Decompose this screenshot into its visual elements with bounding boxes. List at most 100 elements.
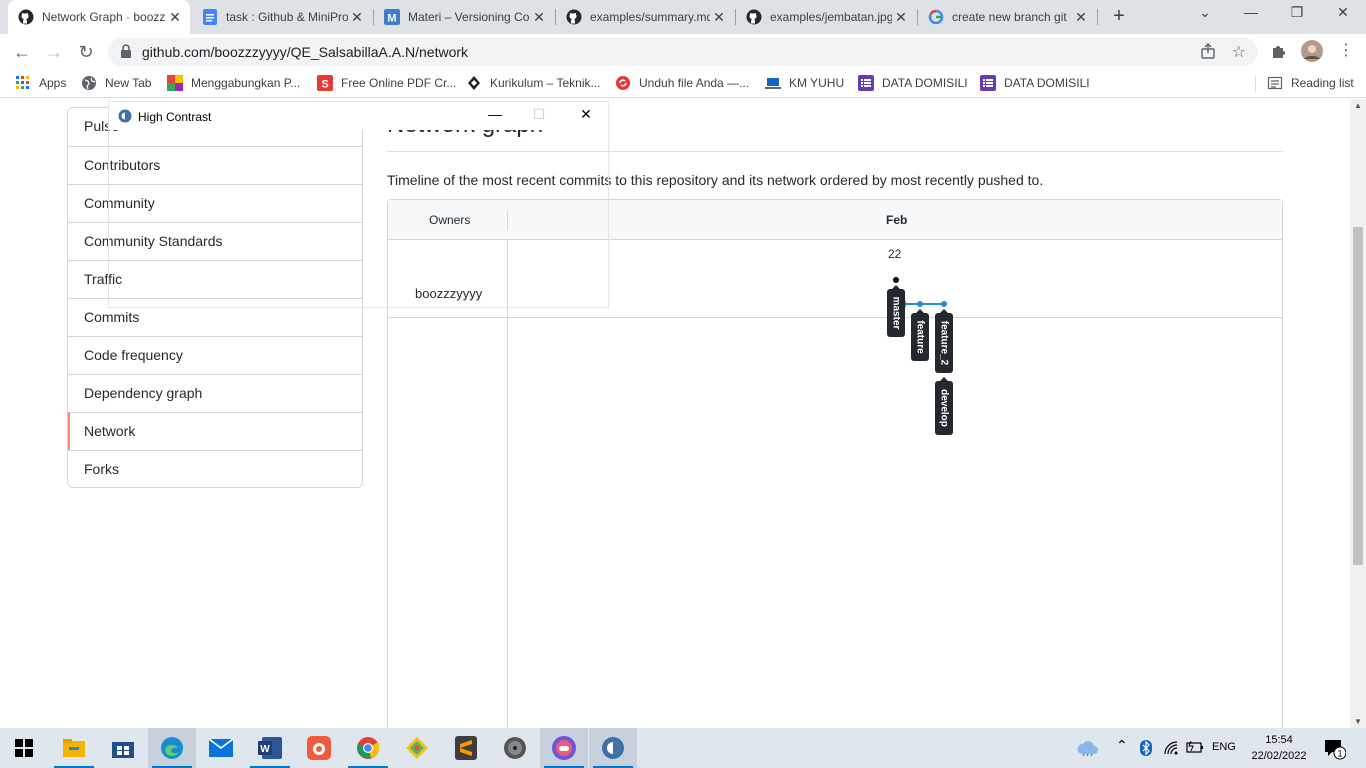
bookmark-menggabungkan[interactable]: Menggabungkan P... (167, 75, 300, 91)
profile-avatar[interactable] (1301, 40, 1323, 67)
overlay-maximize-button[interactable]: ☐ (527, 106, 551, 123)
weather-cloud-icon[interactable] (1076, 738, 1100, 759)
svg-text:W: W (260, 744, 270, 755)
edge-icon[interactable] (148, 728, 196, 768)
branch-label-text: master (890, 297, 901, 330)
notification-count: 1 (1337, 749, 1342, 759)
bookmark-label: Free Online PDF Cr... (341, 76, 457, 90)
scrollbar-thumb[interactable] (1353, 227, 1363, 565)
share-icon[interactable] (1200, 43, 1216, 64)
branch-label-feature-2[interactable]: feature_2 (935, 309, 953, 373)
s-icon: S (317, 75, 333, 91)
commit-dot-feature-2[interactable] (941, 301, 947, 307)
github-icon (566, 9, 582, 25)
address-bar[interactable]: github.com/boozzzyyyy/QE_SalsabillaA.A.N… (108, 38, 1258, 66)
tab-close-icon[interactable]: ✕ (892, 9, 910, 26)
bookmark-new-tab[interactable]: New Tab (81, 75, 151, 91)
battery-icon[interactable] (1186, 740, 1204, 757)
bookmark-data-domisili-2[interactable]: DATA DOMISILI (980, 75, 1090, 91)
wifi-icon[interactable] (1163, 740, 1179, 759)
tab-title: examples/summary.md (590, 10, 710, 24)
tab-title: Materi – Versioning Code (408, 10, 530, 24)
language-indicator[interactable]: ENG (1212, 741, 1236, 753)
sidebar-item-network[interactable]: Network (68, 412, 362, 450)
tab-title: create new branch git (952, 10, 1067, 24)
bookmark-unduh-file[interactable]: Unduh file Anda —... (615, 75, 749, 91)
bookmark-kurikulum[interactable]: Kurikulum – Teknik... (466, 75, 601, 91)
scroll-up-arrow-icon[interactable]: ▲ (1354, 101, 1362, 110)
media-icon[interactable] (491, 728, 539, 768)
sublime-icon[interactable] (442, 728, 490, 768)
chrome-icon[interactable] (344, 728, 392, 768)
bandicam-icon[interactable] (295, 728, 343, 768)
commit-dot-master[interactable] (893, 277, 899, 283)
browser-menu-icon[interactable]: ⋮ (1338, 40, 1354, 60)
git-icon[interactable] (393, 728, 441, 768)
extensions-puzzle-icon[interactable] (1270, 42, 1288, 65)
sidebar-item-code-frequency[interactable]: Code frequency (68, 336, 362, 374)
bookmarks-separator (1255, 76, 1256, 92)
tab-close-icon[interactable]: ✕ (166, 9, 184, 26)
branch-label-feature[interactable]: feature (911, 309, 929, 361)
notification-icon[interactable]: 1 (1324, 738, 1347, 763)
tab-materi[interactable]: M Materi – Versioning Code ✕ (374, 0, 554, 34)
overlay-minimize-button[interactable]: — (483, 106, 507, 122)
branch-label-master[interactable]: master (887, 285, 905, 337)
mail-icon[interactable] (197, 728, 245, 768)
m-icon: M (384, 9, 400, 25)
bookmark-apps[interactable]: Apps (15, 75, 66, 91)
tab-summary[interactable]: examples/summary.md ✕ (556, 0, 734, 34)
restore-window-button[interactable]: ❐ (1282, 4, 1312, 21)
browser-toolbar: ← → ↻ github.com/boozzzyyyy/QE_Salsabill… (0, 34, 1366, 70)
lock-icon[interactable] (120, 44, 132, 63)
new-tab-button[interactable]: + (1109, 6, 1129, 26)
bookmarks-bar: Apps New Tab Menggabungkan P... S Free O… (0, 70, 1366, 98)
high-contrast-window[interactable]: High Contrast — ☐ ✕ (108, 101, 609, 308)
reading-list-label: Reading list (1291, 76, 1354, 90)
bookmark-free-pdf[interactable]: S Free Online PDF Cr... (317, 75, 456, 91)
url-text[interactable]: github.com/boozzzyyyy/QE_SalsabillaA.A.N… (142, 44, 468, 60)
forward-arrow-icon[interactable]: → (43, 41, 65, 63)
forms-icon (980, 75, 996, 91)
reload-icon[interactable]: ↻ (75, 41, 97, 63)
bookmark-data-domisili-1[interactable]: DATA DOMISILI (858, 75, 968, 91)
tab-close-icon[interactable]: ✕ (530, 9, 548, 26)
sidebar-item-dependency-graph[interactable]: Dependency graph (68, 374, 362, 412)
tab-close-icon[interactable]: ✕ (710, 9, 728, 26)
branch-label-develop[interactable]: develop (935, 377, 953, 435)
apps-grid-icon (15, 75, 31, 91)
bookmark-label: DATA DOMISILI (1004, 76, 1090, 90)
game-icon[interactable] (540, 728, 588, 768)
bookmark-km-yuhu[interactable]: KM YUHU (765, 75, 844, 91)
sidebar-item-forks[interactable]: Forks (68, 450, 362, 487)
high-contrast-icon[interactable] (589, 728, 637, 768)
tab-search-icon[interactable]: ⌄ (1190, 4, 1220, 21)
close-window-button[interactable]: ✕ (1328, 4, 1358, 21)
show-hidden-icons-icon[interactable]: ⌃ (1116, 737, 1128, 754)
store-icon[interactable] (99, 728, 147, 768)
minimize-window-button[interactable]: — (1236, 4, 1266, 20)
tab-close-icon[interactable]: ✕ (348, 9, 366, 26)
high-contrast-title: High Contrast (138, 110, 212, 124)
owner-column-divider (507, 240, 508, 728)
bluetooth-icon[interactable] (1140, 740, 1152, 759)
back-arrow-icon[interactable]: ← (11, 41, 33, 63)
scroll-down-arrow-icon[interactable]: ▼ (1354, 717, 1362, 726)
system-clock[interactable]: 15:54 22/02/2022 (1246, 732, 1312, 764)
commit-graph[interactable]: master feature feature_2 develop (878, 270, 968, 440)
start-icon[interactable] (0, 728, 48, 768)
high-contrast-titlebar[interactable]: High Contrast — ☐ ✕ (109, 102, 608, 130)
page-scrollbar[interactable]: ▲ ▼ (1350, 99, 1366, 728)
tab-task-github[interactable]: task : Github & MiniProject ✕ (192, 0, 372, 34)
word-icon[interactable]: W (246, 728, 294, 768)
commit-dot-feature[interactable] (917, 301, 923, 307)
tab-jembatan[interactable]: examples/jembatan.jpg ✕ (736, 0, 916, 34)
reading-list-button[interactable]: Reading list (1267, 75, 1354, 91)
tab-network-graph[interactable]: Network Graph · boozzzyyyy/QE_Salsabilla… (8, 0, 190, 34)
tab-close-icon[interactable]: ✕ (1072, 9, 1090, 26)
bookmark-star-icon[interactable]: ☆ (1232, 42, 1246, 62)
tab-title: Network Graph · boozzzyyyy/QE_Salsabilla… (42, 10, 166, 24)
overlay-close-button[interactable]: ✕ (574, 106, 598, 123)
file-explorer-icon[interactable] (50, 728, 98, 768)
tab-create-branch[interactable]: create new branch git ✕ (918, 0, 1096, 34)
